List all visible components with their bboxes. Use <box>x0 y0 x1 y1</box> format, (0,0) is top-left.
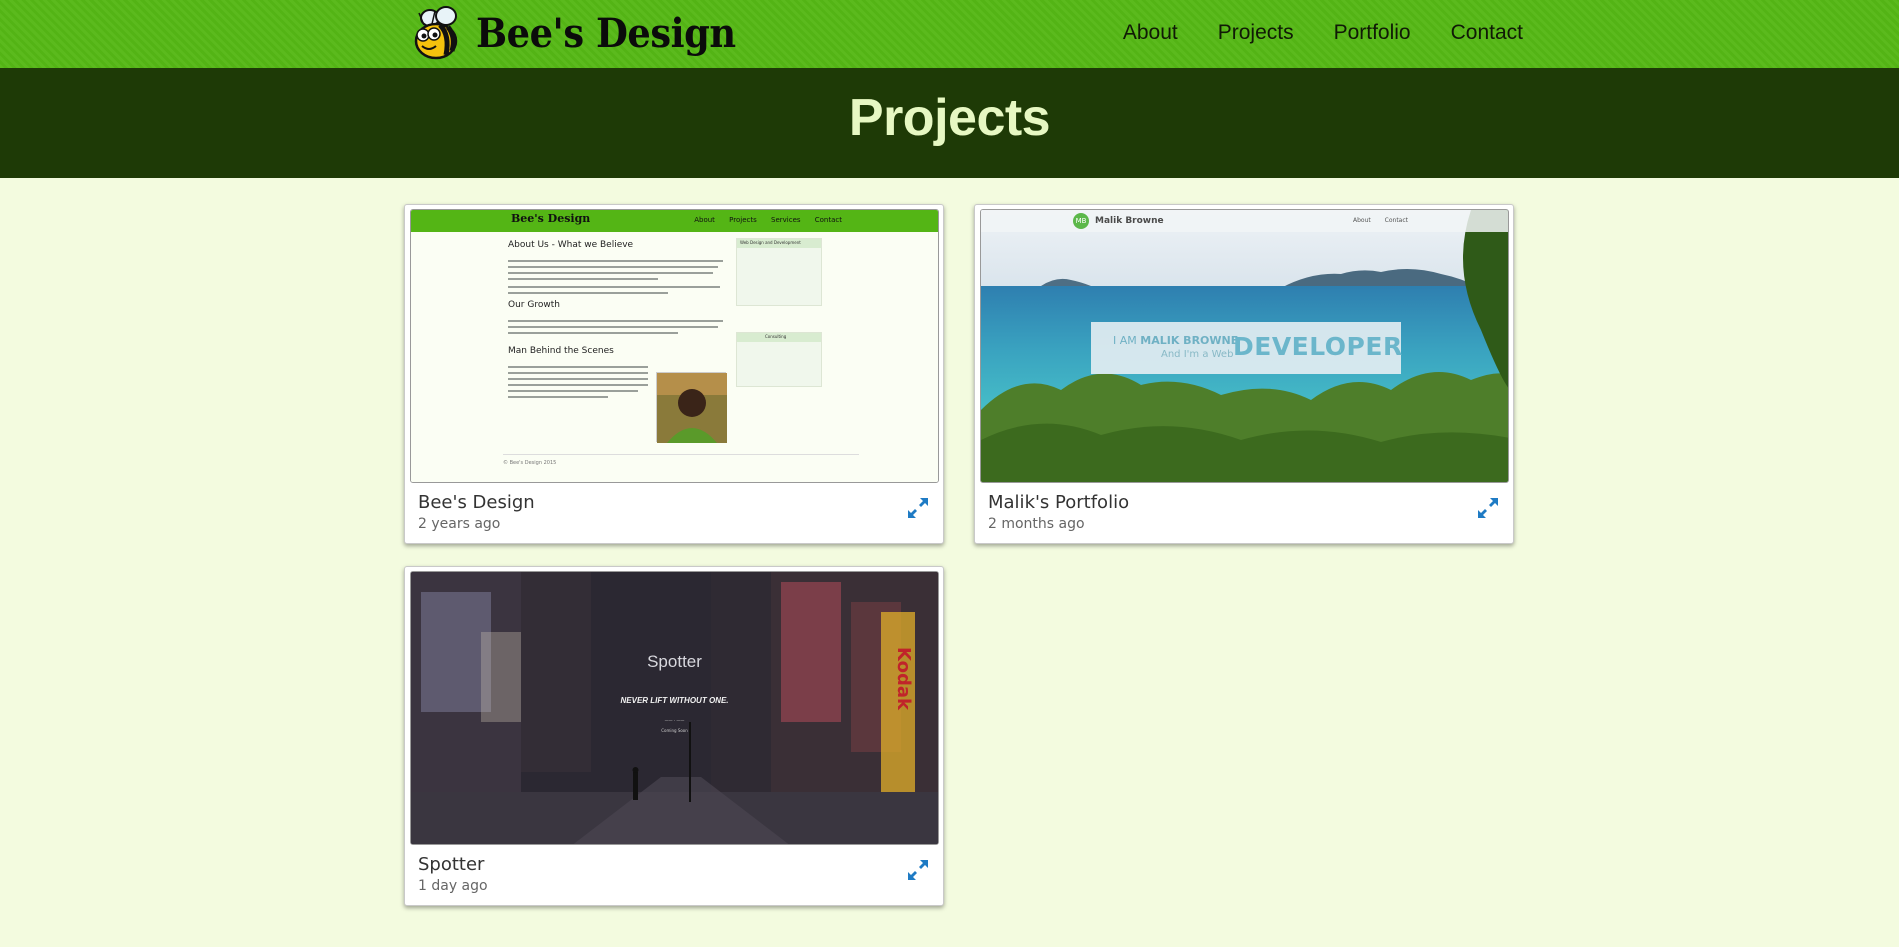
preview-subtext: —— · —— <box>664 718 685 723</box>
brand-link[interactable]: Bee's Design <box>410 4 758 64</box>
preview-text-line <box>508 278 658 280</box>
preview-tagline: NEVER LIFT WITHOUT ONE. <box>620 696 729 705</box>
preview-text-line <box>508 390 638 392</box>
preview-nav: About Contact <box>1341 217 1408 224</box>
preview-hero-intro: I AM MALIK BROWNE <box>1113 334 1238 347</box>
preview-hero-name: MALIK BROWNE <box>1140 334 1239 347</box>
expand-icon <box>908 860 928 880</box>
preview-text-line <box>508 272 713 274</box>
preview-heading: Man Behind the Scenes <box>508 346 614 356</box>
preview-navbar <box>411 210 938 232</box>
preview-text-line <box>508 286 720 288</box>
preview-text-line <box>508 260 723 262</box>
preview-portrait-photo <box>656 372 727 443</box>
preview-logo: Bee's Design <box>511 212 591 225</box>
page-title: Projects <box>848 89 1051 147</box>
preview-text-line <box>508 396 608 398</box>
preview-text-line <box>508 292 668 294</box>
portrait-illustration <box>657 373 727 443</box>
brand-name: Bee's Design <box>476 10 736 57</box>
website-preview: Kodak Spotter NEVER LIFT WITHOUT ONE. ——… <box>411 572 938 844</box>
preview-site-name: Malik Browne <box>1095 216 1164 226</box>
main-nav: About Projects Portfolio Contact <box>1083 0 1523 66</box>
expand-icon <box>908 498 928 518</box>
project-time: 1 day ago <box>418 878 488 894</box>
project-card-spotter[interactable]: Kodak Spotter NEVER LIFT WITHOUT ONE. ——… <box>404 566 944 906</box>
preview-heading: Our Growth <box>508 300 560 310</box>
expand-button[interactable] <box>905 495 931 521</box>
project-title: Bee's Design <box>418 492 535 513</box>
project-time: 2 years ago <box>418 516 501 532</box>
preview-footer: © Bee's Design 2015 <box>503 460 557 466</box>
preview-hero-word: DEVELOPER <box>1233 332 1403 361</box>
preview-hero-box: I AM MALIK BROWNE And I'm a Web DEVELOPE… <box>1091 322 1403 374</box>
preview-nav-item: Contact <box>814 216 842 224</box>
expand-button[interactable] <box>905 857 931 883</box>
preview-nav-item: Projects <box>729 216 757 224</box>
expand-icon <box>1478 498 1498 518</box>
nav-portfolio[interactable]: Portfolio <box>1334 21 1411 45</box>
project-card-maliks-portfolio[interactable]: MB Malik Browne About Contact I AM MALIK… <box>974 204 1514 544</box>
preview-nav: About Projects Services Contact <box>682 216 842 224</box>
project-thumbnail[interactable]: MB Malik Browne About Contact I AM MALIK… <box>980 209 1509 483</box>
expand-button[interactable] <box>1475 495 1501 521</box>
top-navbar: Bee's Design About Projects Portfolio Co… <box>0 0 1899 68</box>
preview-nav-item: About <box>694 216 715 224</box>
bee-icon <box>414 6 458 60</box>
website-preview: Bee's Design About Projects Services Con… <box>411 210 938 482</box>
preview-text-line <box>508 332 678 334</box>
preview-sidebar-title: Consulting <box>765 334 787 339</box>
preview-nav-item: About <box>1352 217 1371 224</box>
preview-nav-item: Services <box>771 216 801 224</box>
preview-heading: About Us - What we Believe <box>508 240 634 250</box>
nav-about[interactable]: About <box>1123 21 1178 45</box>
preview-nav-item: Contact <box>1384 217 1408 224</box>
preview-app-name: Spotter <box>647 652 702 671</box>
project-card-bees-design[interactable]: Bee's Design About Projects Services Con… <box>404 204 944 544</box>
preview-text-line <box>508 384 648 386</box>
preview-text-line <box>508 366 648 368</box>
page-hero: Projects <box>0 68 1899 178</box>
preview-sidebar-title: Web Design and Development <box>740 240 801 245</box>
preview-text-line <box>508 372 648 374</box>
nav-projects[interactable]: Projects <box>1218 21 1294 45</box>
project-thumbnail[interactable]: Bee's Design About Projects Services Con… <box>410 209 939 483</box>
website-preview: MB Malik Browne About Contact I AM MALIK… <box>981 210 1508 482</box>
preview-text-line <box>508 320 723 322</box>
preview-sidebar-box: Web Design and Development <box>736 238 822 306</box>
preview-sidebar-box: Consulting <box>736 332 822 387</box>
project-time: 2 months ago <box>988 516 1085 532</box>
city-street-illustration: Kodak <box>411 572 938 844</box>
preview-subtext: Coming Soon <box>661 728 688 733</box>
preview-divider <box>503 454 859 455</box>
nav-contact[interactable]: Contact <box>1451 21 1523 45</box>
preview-logo: MB <box>1073 213 1089 229</box>
preview-hero-prefix: I AM <box>1113 334 1137 347</box>
preview-text-line <box>508 378 648 380</box>
project-title: Spotter <box>418 854 485 875</box>
preview-text-line <box>508 326 718 328</box>
project-title: Malik's Portfolio <box>988 492 1130 513</box>
project-thumbnail[interactable]: Kodak Spotter NEVER LIFT WITHOUT ONE. ——… <box>410 571 939 845</box>
preview-hero-line: And I'm a Web <box>1161 349 1234 360</box>
preview-text-line <box>508 266 718 268</box>
